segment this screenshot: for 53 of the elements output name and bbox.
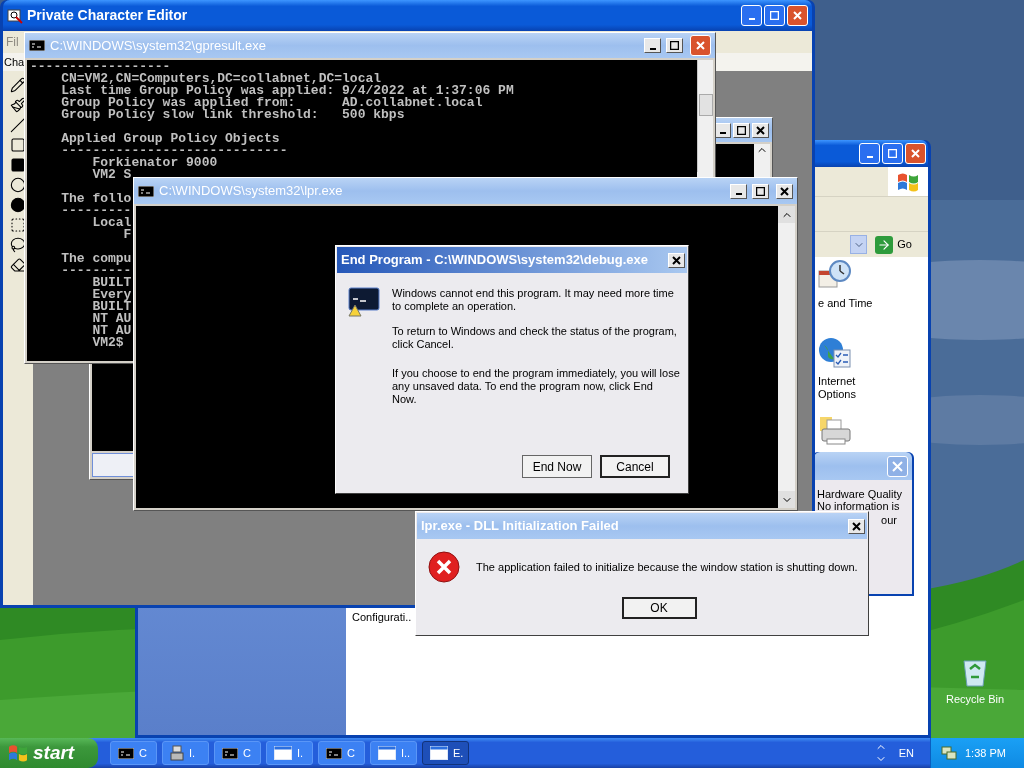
taskbar-button[interactable]: C: [318, 741, 365, 765]
console-line: VM2$: [91, 337, 124, 349]
console-line: The compu: [60, 253, 132, 265]
icon-label: Recycle Bin: [945, 692, 1005, 707]
popup-text: our: [881, 514, 898, 526]
item-label: Configurati..: [352, 611, 412, 623]
item-label[interactable]: e and Time: [818, 297, 873, 310]
window-title: C:\WINDOWS\system32\lpr.exe: [159, 182, 344, 201]
taskbar-button[interactable]: I.: [162, 741, 209, 765]
console-line: Every: [91, 289, 132, 301]
console-line: Last time Group Policy was applied: 9/4/2022 at 1:37:06 PM: [60, 85, 514, 97]
console-line: BUILT: [91, 301, 132, 313]
taskbar-button[interactable]: E.: [422, 741, 469, 765]
console-line: The follo: [60, 193, 132, 205]
console-line: VM2 S: [91, 169, 132, 181]
console-line: NT AU: [91, 313, 132, 325]
taskbar-button[interactable]: C: [110, 741, 157, 765]
console-line: Group Policy was applied from: AD.collabnet.local: [60, 97, 483, 109]
dialog-title: lpr.exe - DLL Initialization Failed: [421, 517, 619, 536]
dialog-message: If you choose to end the program immediately, you will lose any unsaved data. To end the program now, click End Now.: [392, 367, 680, 406]
taskbar-button[interactable]: I.: [266, 741, 313, 765]
console-line: NT AU: [91, 325, 132, 337]
go-button[interactable]: Go: [871, 235, 916, 254]
popup-text: No information is: [817, 500, 901, 512]
popup-text: Hardware Quality: [817, 488, 903, 500]
window-title: Private Character Editor: [27, 6, 189, 25]
console-line: CN=VM2,CN=Computers,DC=collabnet,DC=local: [60, 73, 382, 85]
dialog-button[interactable]: End Now: [522, 455, 592, 478]
console-line: BUILT: [91, 277, 132, 289]
ok-button[interactable]: OK: [621, 597, 697, 619]
console-line: Group Policy slow link threshold: 500 kbps: [60, 109, 405, 121]
console-line: ---------: [60, 265, 132, 277]
console-line: ------------------: [30, 61, 171, 73]
field-label: Cha: [4, 54, 25, 70]
dialog-message: Windows cannot end this program. It may need more time to complete an operation.: [392, 287, 675, 313]
language-indicator[interactable]: EN: [898, 744, 914, 762]
taskbar-button[interactable]: I..: [370, 741, 417, 765]
menu-item[interactable]: Fil: [6, 33, 19, 51]
console-line: Forkienator 9000: [91, 157, 218, 169]
console-line: Local: [91, 217, 132, 229]
item-label[interactable]: Internet Options: [818, 375, 868, 401]
dialog-button[interactable]: Cancel: [600, 455, 670, 478]
console-line: -----------------------------: [60, 145, 288, 157]
clock[interactable]: 1:38 PM: [965, 744, 1006, 762]
dialog-title: End Program - C:\WINDOWS\system32\debug.exe: [341, 251, 648, 270]
start-button[interactable]: start: [0, 738, 98, 768]
taskbar-button[interactable]: C: [214, 741, 261, 765]
console-line: ---------: [60, 205, 132, 217]
dialog-message: To return to Windows and check the status of the program, click Cancel.: [392, 325, 678, 351]
console-line: Applied Group Policy Objects: [60, 133, 280, 145]
window-title: C:\WINDOWS\system32\gpresult.exe: [50, 36, 267, 55]
dialog-message: The application failed to initialize because the window station is shutting down.: [476, 559, 858, 575]
console-line: F: [122, 229, 132, 241]
